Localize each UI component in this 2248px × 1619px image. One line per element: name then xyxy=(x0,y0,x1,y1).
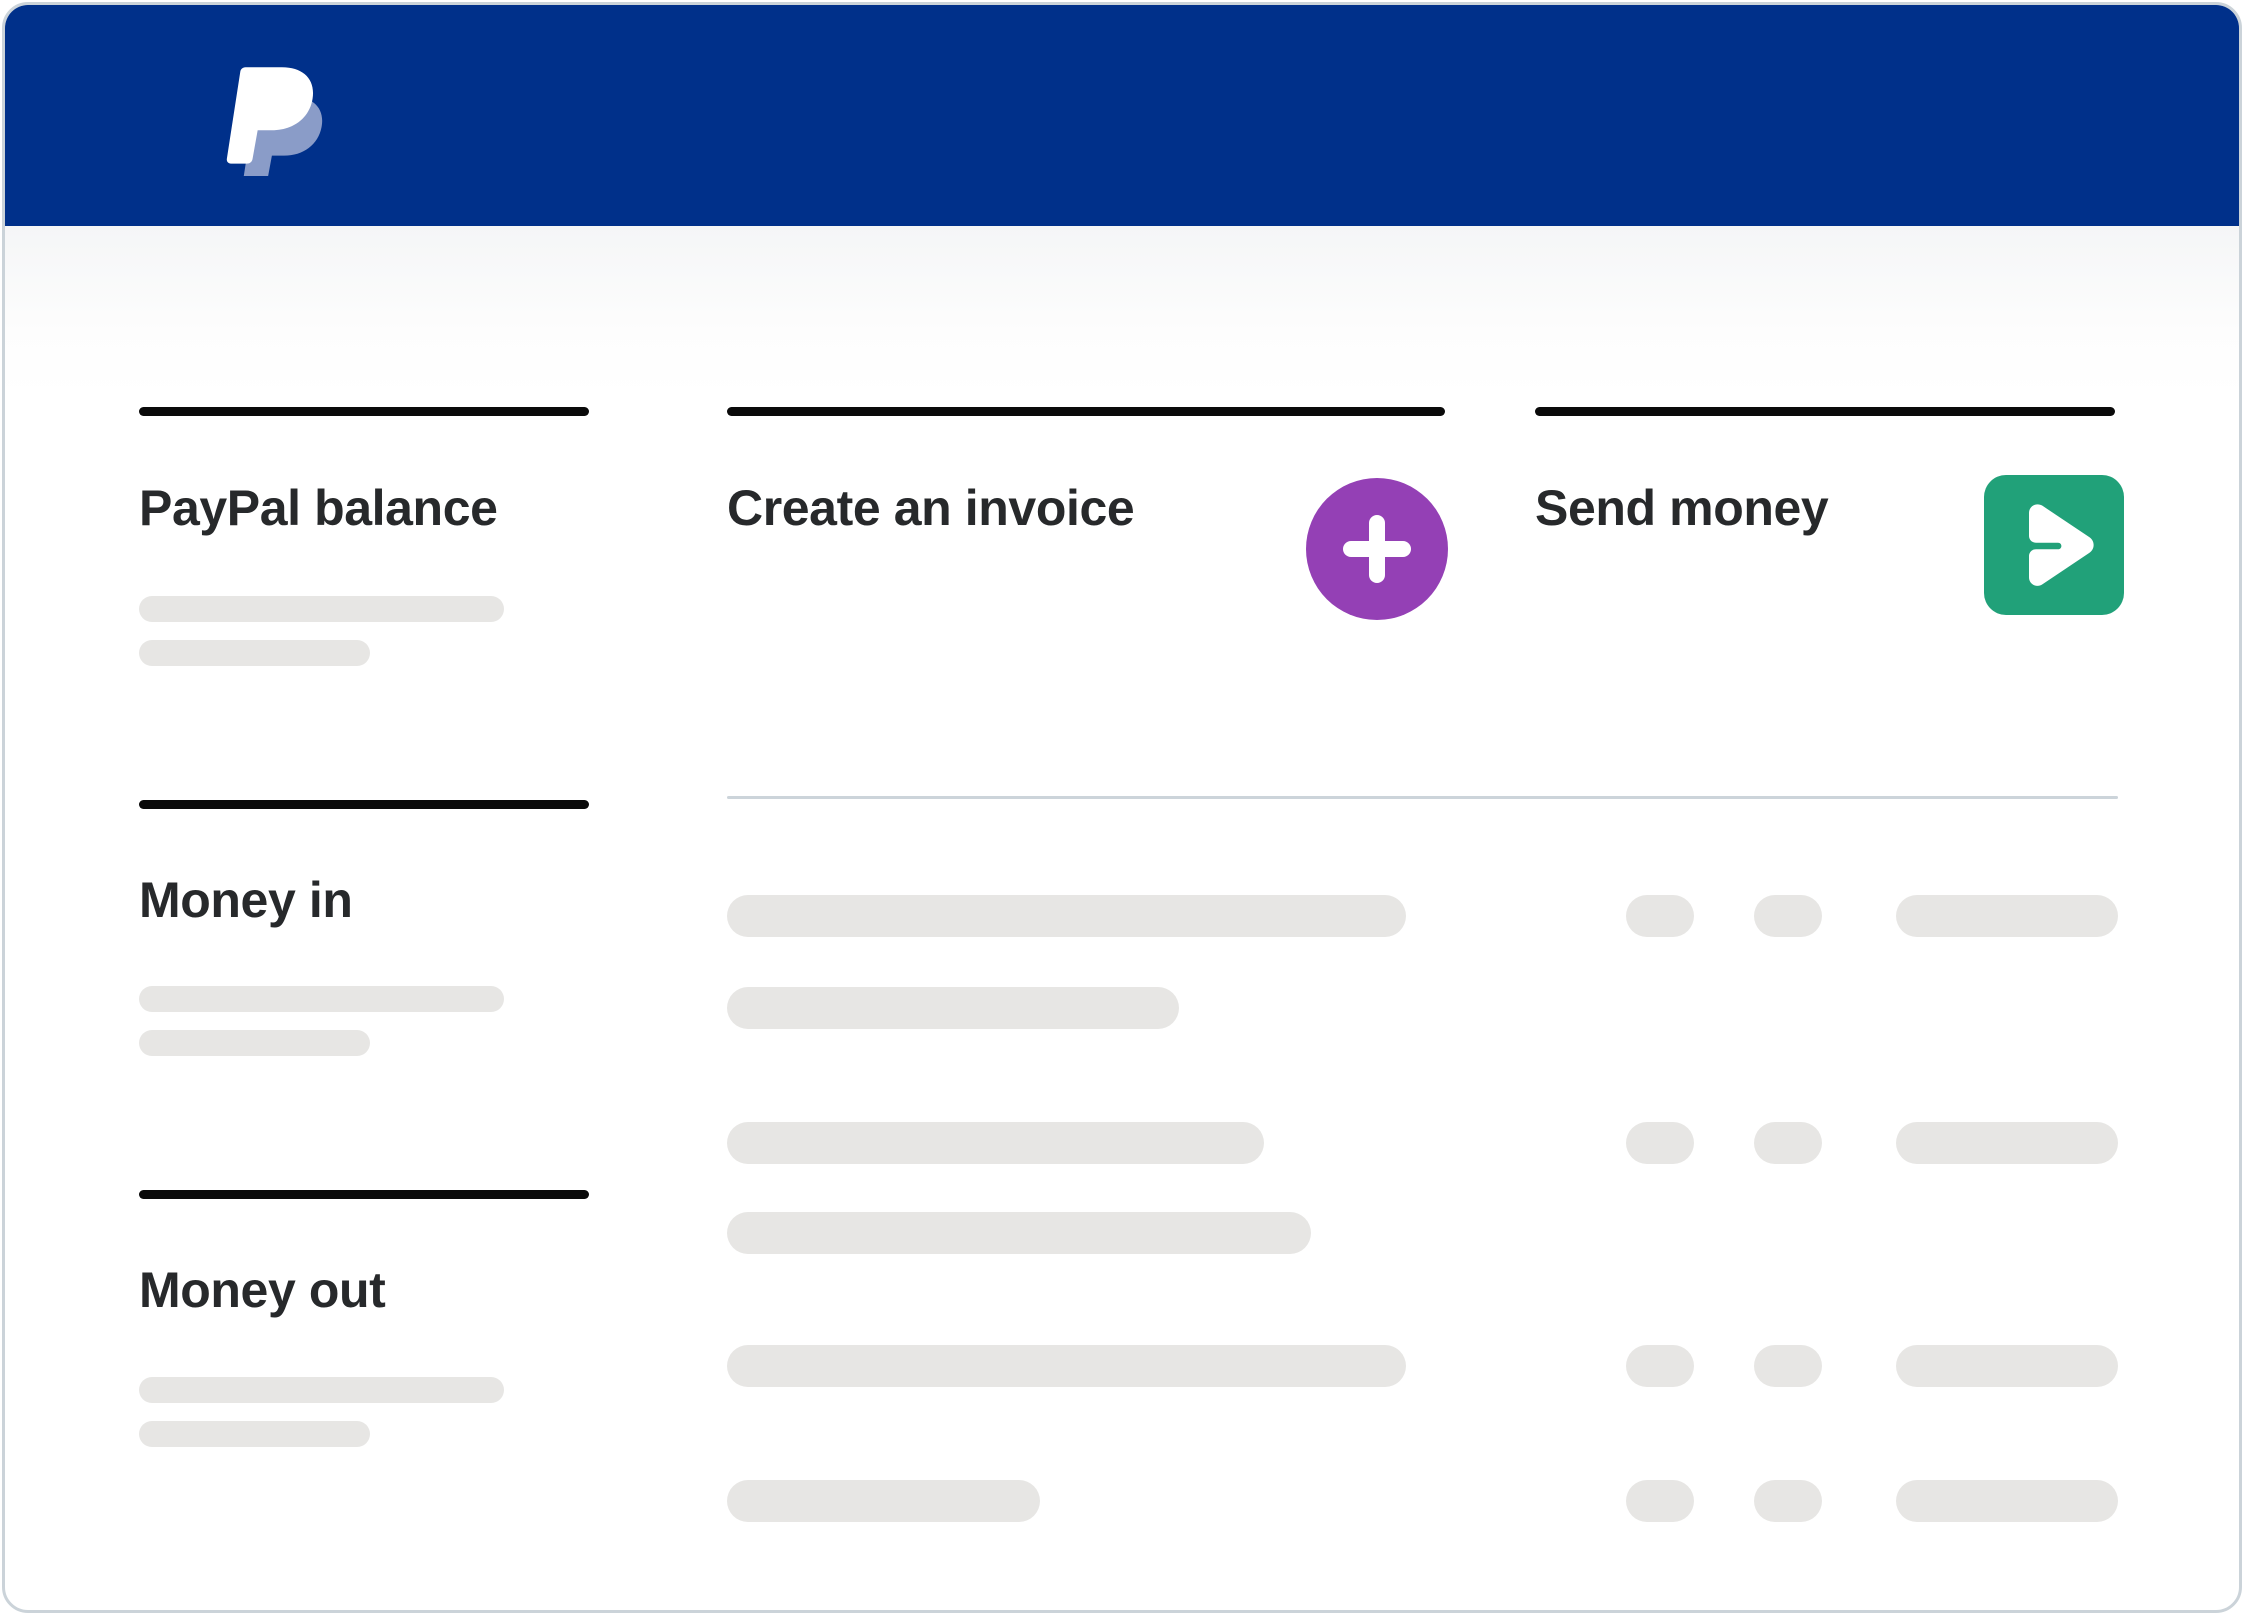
row-tag-skeleton-2 xyxy=(1754,895,1822,937)
row-tag-skeleton-1 xyxy=(1626,1122,1694,1164)
row-tag-skeleton-3 xyxy=(1896,1122,2118,1164)
money-out-skeleton-line-1 xyxy=(139,1377,504,1403)
row-primary-skeleton xyxy=(727,1122,1264,1164)
header-gradient-wash xyxy=(5,226,2239,396)
row-tag-skeleton-3 xyxy=(1896,895,2118,937)
row-tag-skeleton-2 xyxy=(1754,1345,1822,1387)
row-tag-skeleton-2 xyxy=(1754,1122,1822,1164)
send-money-title: Send money xyxy=(1535,480,1829,536)
row-secondary-skeleton xyxy=(727,1212,1311,1254)
row-tag-skeleton-2 xyxy=(1754,1480,1822,1522)
transaction-list-divider xyxy=(727,796,2118,799)
row-secondary-skeleton xyxy=(727,987,1179,1029)
money-out-title: Money out xyxy=(139,1262,386,1318)
row-tag-skeleton-1 xyxy=(1626,1480,1694,1522)
paypal-dashboard-card: PayPal balance Money in Money out Create… xyxy=(2,2,2242,1613)
row-tag-skeleton-1 xyxy=(1626,895,1694,937)
plus-icon xyxy=(1306,478,1448,620)
row-primary-skeleton xyxy=(727,1345,1406,1387)
balance-divider-rule xyxy=(139,407,589,416)
paypal-logo xyxy=(217,54,339,176)
row-primary-skeleton xyxy=(727,895,1406,937)
row-tag-skeleton-1 xyxy=(1626,1345,1694,1387)
send-money-button[interactable] xyxy=(1984,475,2124,615)
balance-title: PayPal balance xyxy=(139,480,498,536)
invoice-divider-rule xyxy=(727,407,1445,416)
send-icon xyxy=(1984,475,2124,615)
send-money-divider-rule xyxy=(1535,407,2115,416)
create-invoice-button[interactable] xyxy=(1306,478,1448,620)
money-out-divider-rule xyxy=(139,1190,589,1199)
money-in-skeleton-line-1 xyxy=(139,986,504,1012)
row-tag-skeleton-3 xyxy=(1896,1345,2118,1387)
money-in-title: Money in xyxy=(139,872,353,928)
money-in-divider-rule xyxy=(139,800,589,809)
row-tag-skeleton-3 xyxy=(1896,1480,2118,1522)
balance-skeleton-line-2 xyxy=(139,640,370,666)
money-in-skeleton-line-2 xyxy=(139,1030,370,1056)
money-out-skeleton-line-2 xyxy=(139,1421,370,1447)
app-header-bar xyxy=(5,5,2239,226)
balance-skeleton-line-1 xyxy=(139,596,504,622)
invoice-title: Create an invoice xyxy=(727,480,1135,536)
row-primary-skeleton xyxy=(727,1480,1040,1522)
